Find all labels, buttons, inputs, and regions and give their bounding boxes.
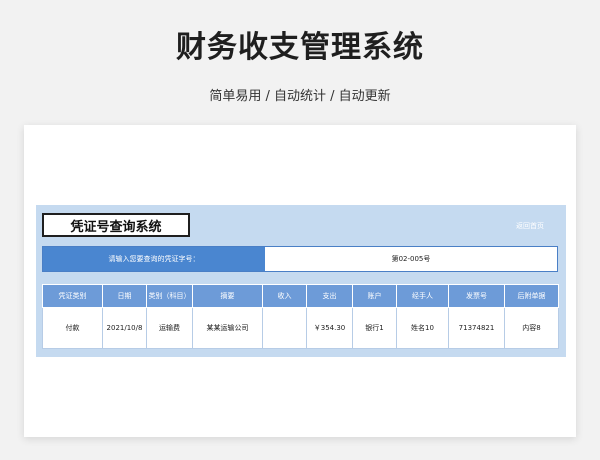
column-header: 账户: [352, 284, 397, 308]
column-header: 收入: [262, 284, 307, 308]
query-panel: 凭证号查询系统 返回首页 请输入您要查询的凭证字号： 凭证类别 日期 类别（科目…: [36, 205, 566, 357]
column-header: 摘要: [192, 284, 263, 308]
table-row: 付款 2021/10/8 运输费 某某运输公司 ￥354.30 银行1 姓名10…: [42, 307, 559, 349]
table-cell: 某某运输公司: [192, 307, 263, 349]
table-cell: 2021/10/8: [102, 307, 147, 349]
table-cell: 内容8: [504, 307, 559, 349]
back-home-link[interactable]: 返回首页: [516, 221, 544, 231]
column-header: 经手人: [396, 284, 449, 308]
panel-title: 凭证号查询系统: [42, 213, 190, 237]
voucher-number-input[interactable]: [265, 247, 557, 271]
query-bar: 请输入您要查询的凭证字号：: [42, 246, 558, 272]
column-header: 日期: [102, 284, 147, 308]
table-cell: 付款: [42, 307, 103, 349]
spreadsheet-sheet: 凭证号查询系统 返回首页 请输入您要查询的凭证字号： 凭证类别 日期 类别（科目…: [24, 125, 576, 437]
column-header: 凭证类别: [42, 284, 103, 308]
table-cell: 71374821: [448, 307, 505, 349]
column-header: 支出: [306, 284, 353, 308]
table-header-row: 凭证类别 日期 类别（科目） 摘要 收入 支出 账户 经手人 发票号 后附单据: [42, 284, 559, 308]
column-header: 类别（科目）: [146, 284, 193, 308]
result-table: 凭证类别 日期 类别（科目） 摘要 收入 支出 账户 经手人 发票号 后附单据 …: [42, 284, 559, 349]
page-subtitle: 简单易用 / 自动统计 / 自动更新: [209, 89, 391, 104]
table-cell: 姓名10: [396, 307, 449, 349]
table-cell: [262, 307, 307, 349]
table-cell: 运输费: [146, 307, 193, 349]
table-cell: 银行1: [352, 307, 397, 349]
page-title: 财务收支管理系统: [176, 30, 424, 65]
table-cell: ￥354.30: [306, 307, 353, 349]
column-header: 后附单据: [504, 284, 559, 308]
query-label: 请输入您要查询的凭证字号：: [43, 247, 265, 271]
column-header: 发票号: [448, 284, 505, 308]
